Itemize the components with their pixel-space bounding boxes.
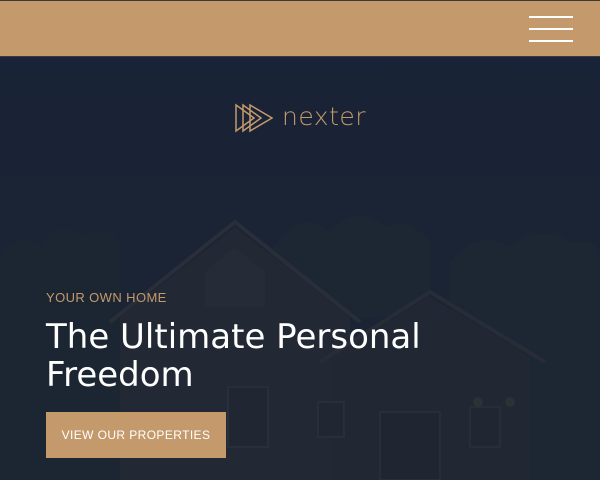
hero-section: nexter YOUR OWN HOME The Ultimate Person… bbox=[0, 57, 600, 480]
brand-logo[interactable]: nexter bbox=[234, 102, 366, 134]
top-navigation-bar bbox=[0, 0, 600, 57]
hamburger-menu-icon[interactable] bbox=[529, 16, 573, 42]
brand-name: nexter bbox=[282, 101, 367, 131]
menu-line bbox=[529, 40, 573, 42]
view-properties-button[interactable]: VIEW OUR PROPERTIES bbox=[46, 412, 226, 458]
triple-play-triangles-icon bbox=[235, 103, 274, 133]
hero-headline: The Ultimate Personal Freedom bbox=[46, 317, 421, 395]
page: nexter YOUR OWN HOME The Ultimate Person… bbox=[0, 0, 600, 480]
hero-eyebrow: YOUR OWN HOME bbox=[46, 290, 167, 305]
menu-line bbox=[529, 16, 573, 18]
menu-line bbox=[529, 28, 573, 30]
